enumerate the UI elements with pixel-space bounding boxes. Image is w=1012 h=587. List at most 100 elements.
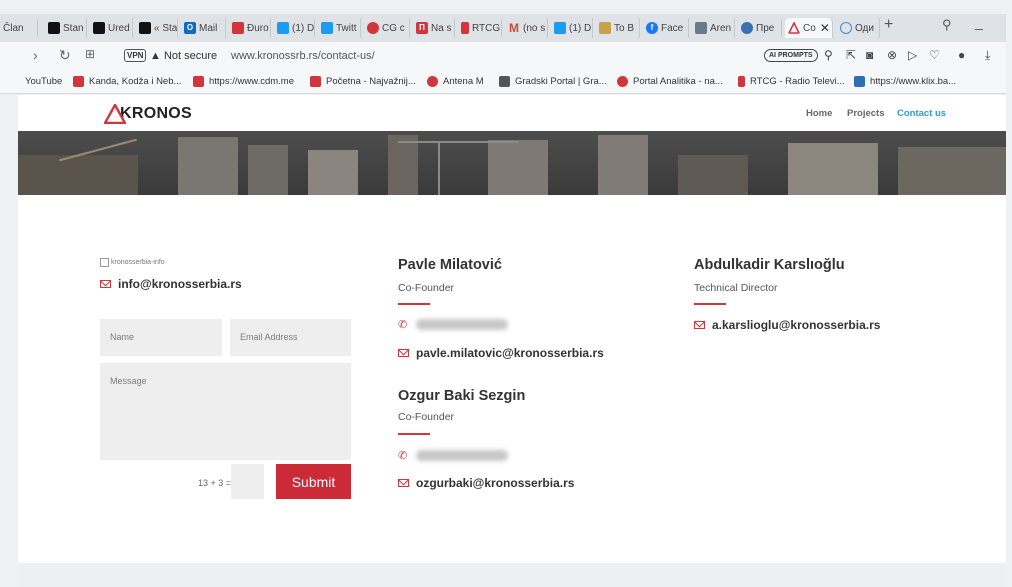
tab[interactable]: Пре xyxy=(738,18,782,38)
email-link[interactable]: ozgurbaki@kronosserbia.rs xyxy=(398,476,574,490)
bookmark-favicon-icon xyxy=(193,76,204,87)
twitter-icon xyxy=(277,22,289,34)
tab[interactable]: CG c xyxy=(364,18,410,38)
new-tab-icon[interactable]: + xyxy=(884,16,893,34)
info-email-link[interactable]: info@kronosserbia.rs xyxy=(100,277,242,291)
minimize-icon[interactable]: _ xyxy=(975,14,983,30)
divider xyxy=(398,303,430,305)
tab[interactable]: M (no s xyxy=(505,18,548,38)
bookmark-item[interactable]: Početna - Najvažnij... xyxy=(310,76,416,87)
send-icon[interactable]: ▷ xyxy=(908,48,917,62)
bookmark-item[interactable]: Kanda, Kodža i Neb... xyxy=(73,76,181,87)
adblock-icon[interactable]: ⊗ xyxy=(887,48,897,62)
tab[interactable]: (1) D xyxy=(274,18,315,38)
download-icon[interactable]: ⤓ xyxy=(985,48,990,63)
bookmark-item[interactable]: YouTube xyxy=(25,76,62,87)
envelope-icon xyxy=(398,479,409,487)
name-input[interactable]: Name xyxy=(100,319,222,356)
person-role: Co-Founder xyxy=(398,282,455,294)
message-textarea[interactable]: Message xyxy=(100,363,351,460)
person-role: Technical Director xyxy=(694,282,778,294)
security-indicator[interactable]: ▲ Not secure xyxy=(150,50,217,62)
forward-icon[interactable]: › xyxy=(33,47,38,63)
url-field[interactable]: www.kronossrb.rs/contact-us/ xyxy=(231,50,375,62)
person-name: Abdulkadir Karslıoğlu xyxy=(694,257,845,273)
kronos-favicon-icon xyxy=(788,22,800,34)
globe-icon xyxy=(741,22,753,34)
submit-button[interactable]: Submit xyxy=(276,464,351,499)
tab[interactable]: To B xyxy=(596,18,640,38)
close-tab-icon[interactable]: ✕ xyxy=(820,21,830,35)
tab-favicon-icon xyxy=(367,22,379,34)
bookmark-item[interactable]: Antena M xyxy=(427,76,484,87)
bookmark-item[interactable]: https://www.klix.ba... xyxy=(854,76,956,87)
tab-favicon-icon xyxy=(695,22,707,34)
blurred-phone-number xyxy=(416,319,509,330)
tab[interactable]: Član xyxy=(0,18,38,38)
tab-active[interactable]: Co ✕ xyxy=(785,18,833,38)
email-link[interactable]: pavle.milatovic@kronosserbia.rs xyxy=(398,346,604,360)
tab[interactable]: Оди xyxy=(837,18,880,38)
email-input[interactable]: Email Address xyxy=(230,319,351,356)
phone-link[interactable]: ✆ xyxy=(398,318,509,331)
site-header: KRONOS Home Projects Contact us xyxy=(18,95,1006,131)
nav-projects[interactable]: Projects xyxy=(847,108,885,119)
speed-dial-icon[interactable]: ⊞ xyxy=(85,47,95,61)
captcha-question: 13 + 3 = xyxy=(198,478,232,488)
tab-favicon-icon xyxy=(48,22,60,34)
camera-icon[interactable]: ◙ xyxy=(866,48,873,62)
bookmark-item[interactable]: Gradski Portal | Gra... xyxy=(499,76,607,87)
bookmark-item[interactable]: RTCG - Radio Televi... xyxy=(738,76,845,87)
twitter-icon xyxy=(321,22,333,34)
outlook-icon: O xyxy=(184,22,196,34)
site-logo[interactable]: KRONOS xyxy=(104,104,192,124)
reload-icon[interactable]: ↻ xyxy=(59,47,71,64)
bookmark-item[interactable]: Portal Analitika - na... xyxy=(617,76,723,87)
phone-icon: ✆ xyxy=(398,450,408,462)
envelope-icon xyxy=(100,280,111,288)
contact-section: kronosserbia-info info@kronosserbia.rs N… xyxy=(18,195,1006,563)
tab[interactable]: f Face xyxy=(643,18,689,38)
tab[interactable]: O Mail xyxy=(181,18,226,38)
browser-window: Član Stan Ured « Sta O Mail Đuro (1) D Tw… xyxy=(0,0,1012,587)
broken-image-icon xyxy=(100,258,109,267)
person-role: Co-Founder xyxy=(398,411,455,423)
person-name: Ozgur Baki Sezgin xyxy=(398,388,526,404)
email-link[interactable]: a.karslioglu@kronosserbia.rs xyxy=(694,318,880,332)
address-bar: › ↻ ⊞ VPN ▲ Not secure www.kronossrb.rs/… xyxy=(0,42,1006,70)
tab[interactable]: Stan xyxy=(45,18,87,38)
phone-link[interactable]: ✆ xyxy=(398,449,509,462)
tab[interactable]: (1) D xyxy=(551,18,593,38)
vpn-badge[interactable]: VPN xyxy=(124,49,147,62)
divider xyxy=(398,433,430,435)
profile-icon[interactable]: ● xyxy=(958,48,965,62)
heart-icon[interactable]: ♡ xyxy=(929,48,940,62)
tab[interactable]: П Na s xyxy=(413,18,455,38)
share-icon[interactable]: ⇱ xyxy=(846,48,856,62)
gmail-icon: M xyxy=(509,21,519,35)
bookmark-favicon-icon xyxy=(427,76,438,87)
envelope-icon xyxy=(694,321,705,329)
divider xyxy=(694,303,726,305)
tab-favicon-icon xyxy=(93,22,105,34)
loading-icon xyxy=(840,22,852,34)
tab[interactable]: Aren xyxy=(692,18,735,38)
tab[interactable]: « Sta xyxy=(136,18,178,38)
nav-home[interactable]: Home xyxy=(806,108,832,119)
tab-favicon-icon xyxy=(232,22,244,34)
tab[interactable]: Đuro xyxy=(229,18,271,38)
search-tabs-icon[interactable]: ⚲ xyxy=(942,17,952,33)
tab[interactable]: RTCG xyxy=(458,18,502,38)
captcha-input[interactable] xyxy=(231,464,264,499)
bookmark-item[interactable]: https://www.cdm.me xyxy=(193,76,294,87)
search-icon[interactable]: ⚲ xyxy=(824,48,833,62)
tab[interactable]: Twitt xyxy=(318,18,361,38)
tab-bar: Član Stan Ured « Sta O Mail Đuro (1) D Tw… xyxy=(0,14,1006,42)
ai-prompts-button[interactable]: AI PROMPTS xyxy=(764,49,818,62)
person-name: Pavle Milatović xyxy=(398,257,502,273)
rtcg-icon xyxy=(461,22,469,34)
tab-favicon-icon: П xyxy=(416,22,428,34)
nav-contact-us[interactable]: Contact us xyxy=(897,108,946,119)
tab[interactable]: Ured xyxy=(90,18,133,38)
bookmark-favicon-icon xyxy=(617,76,628,87)
